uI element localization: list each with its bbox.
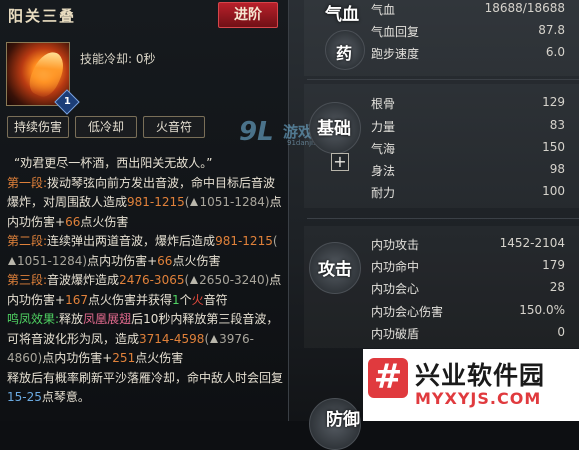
stat-label-hp-regen: 气血回复	[371, 25, 420, 39]
add-attribute-button[interactable]: +	[331, 153, 349, 171]
stat-label-hp: 气血	[371, 3, 396, 17]
stat-label-internal-crit-damage: 内功会心伤害	[371, 305, 444, 319]
skill-description: “劝君更尽一杯酒，西出阳关无故人。” 第一段:拨动琴弦向前方发出音波，命中目标后…	[7, 154, 285, 408]
upgrade-arrow-icon	[190, 276, 199, 284]
stat-value-hp-regen: 87.8	[538, 23, 565, 37]
stat-value-internal-crit-damage: 150.0%	[519, 303, 565, 317]
skill-tooltip: 阳关三叠 进阶 1 技能冷却: 0秒 持续伤害 低冷却 火音符 “劝君更尽一杯酒…	[0, 0, 330, 421]
brand-logo-icon: #	[368, 358, 408, 398]
stat-value-constitution: 129	[542, 95, 565, 109]
tag-continuous-damage: 持续伤害	[7, 116, 69, 138]
stat-label-agility: 身法	[371, 164, 396, 178]
advance-button[interactable]: 进阶	[218, 2, 278, 28]
brand-name: 兴业软件园	[415, 361, 546, 390]
stat-value-qi-sea: 150	[542, 140, 565, 154]
ming-feng-effect: 鸣凤效果:释放凤凰展翅后10秒内释放第三段音波，可将音波化形为凤，造成3714-…	[7, 312, 279, 365]
brand-watermark: # 兴业软件园 MYXYJS.COM	[363, 349, 579, 421]
stat-label-strength: 力量	[371, 120, 396, 134]
attack-section: 攻击 内功攻击 1452-2104 内功命中 179 内功会心 28 内功会心伤…	[289, 226, 579, 348]
skill-quote: “劝君更尽一杯酒，西出阳关无故人。”	[14, 156, 213, 170]
stage-1: 第一段:拨动琴弦向前方发出音波，命中目标后音波爆炸，对周围敌人造成981-121…	[7, 175, 282, 229]
section-divider	[307, 79, 579, 80]
tag-fire-note: 火音符	[143, 116, 205, 138]
stat-label-internal-attack: 内功攻击	[371, 238, 420, 252]
stat-label-run-speed: 跑步速度	[371, 47, 420, 61]
stat-label-endurance: 耐力	[371, 186, 396, 200]
stat-value-internal-crit: 28	[549, 280, 565, 294]
stat-value-hp: 18688/18688	[484, 1, 565, 15]
stat-label-internal-crit: 内功会心	[371, 282, 420, 296]
stage-2: 第二段:连续弹出两道音波，爆炸后造成981-1215(1051-1284)点内功…	[7, 234, 278, 268]
stat-label-internal-shield-break: 内功破盾	[371, 327, 420, 341]
basics-glyph: 基础	[317, 119, 351, 139]
stat-value-strength: 83	[549, 118, 565, 132]
stat-value-internal-attack: 1452-2104	[499, 236, 565, 250]
brand-url: MYXYJS.COM	[415, 389, 542, 408]
upgrade-arrow-icon	[210, 334, 219, 343]
stat-label-internal-hit: 内功命中	[371, 260, 420, 274]
attack-glyph: 攻击	[318, 260, 352, 280]
tag-low-cooldown: 低冷却	[75, 116, 137, 138]
stat-label-constitution: 根骨	[371, 97, 396, 111]
vitality-glyph: 气血	[325, 5, 359, 25]
refresh-effect: 释放后有概率刷新平沙落雁冷却，命中敌人时会回复15-25点琴意。	[7, 370, 284, 405]
vitality-section: 气血 药 气血 18688/18688 气血回复 87.8 跑步速度 6.0	[289, 0, 579, 76]
stat-value-run-speed: 6.0	[545, 45, 565, 59]
skill-title: 阳关三叠	[8, 7, 77, 25]
stat-label-qi-sea: 气海	[371, 142, 396, 156]
stat-value-internal-hit: 179	[542, 258, 565, 272]
section-divider	[307, 218, 579, 219]
upgrade-arrow-icon	[190, 198, 199, 206]
basics-section: 基础 + 根骨 129 力量 83 气海 150 身法 98 耐力 100	[289, 84, 579, 208]
upgrade-arrow-icon	[8, 256, 16, 265]
medicine-glyph: 药	[336, 44, 353, 63]
skill-cooldown: 技能冷却: 0秒	[80, 52, 156, 66]
stat-value-endurance: 100	[542, 184, 565, 198]
defense-glyph: 防御	[326, 410, 360, 430]
stat-value-internal-shield-break: 0	[557, 325, 565, 339]
stat-value-agility: 98	[549, 162, 565, 176]
stage-3: 第三段:音波爆炸造成2476-3065(2650-3240)点内功伤害+167点…	[7, 273, 282, 307]
